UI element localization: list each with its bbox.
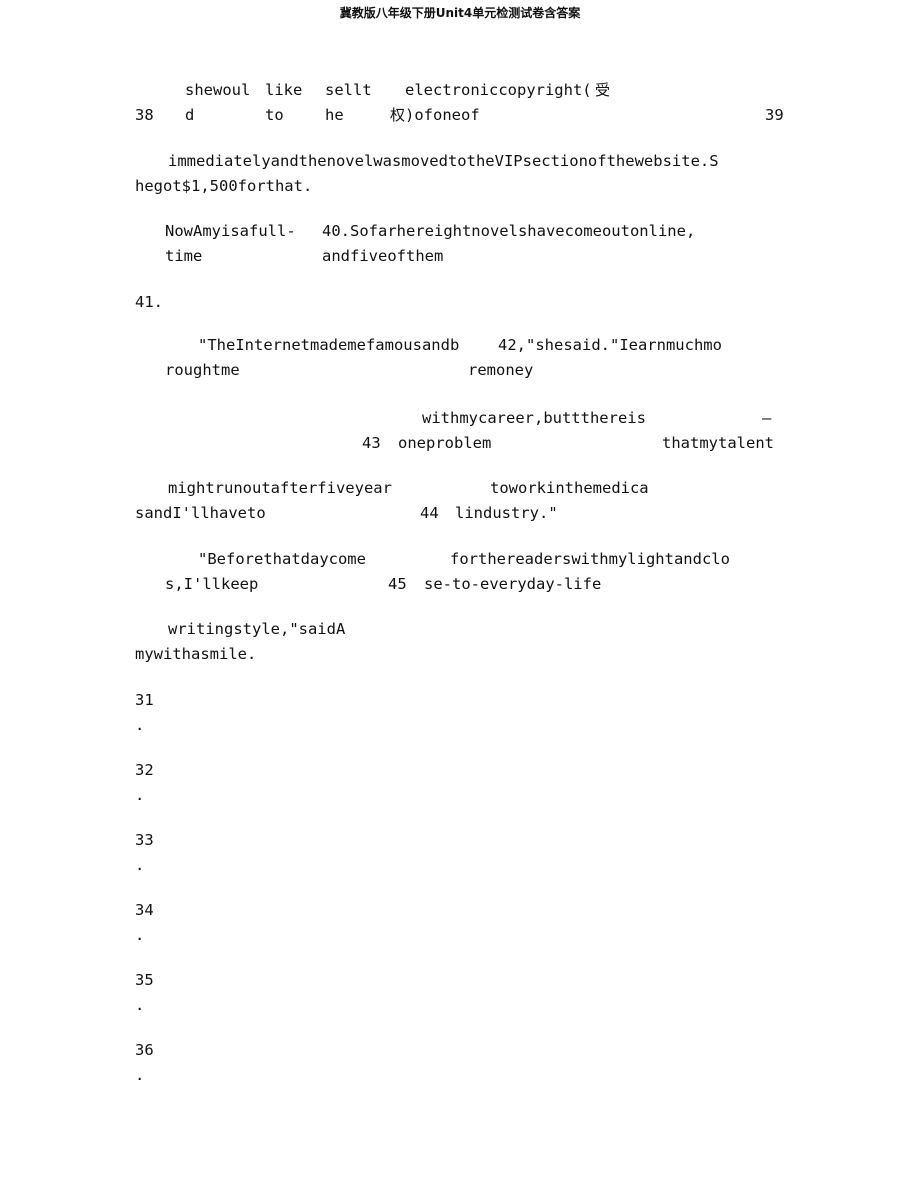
passage-row: writingstyle,"saidA — [0, 617, 920, 642]
passage-row: s,I'llkeep 45 se-to-everyday-life — [0, 572, 920, 597]
blank-number: 38 — [135, 106, 154, 124]
passage-row: shewoul like sellt electroniccopyright(受 — [0, 78, 920, 103]
passage-text: thatmytalent — [662, 434, 774, 452]
passage-row: mightrunoutafterfiveyear toworkinthemedic… — [0, 476, 920, 501]
passage-text: forthereaderswithmylightandclo — [450, 550, 730, 568]
passage-text: like — [265, 81, 303, 99]
passage-text: oneproblem — [398, 434, 492, 452]
passage-text: sellt — [325, 81, 372, 99]
passage-text: "Beforethatdaycome — [198, 550, 366, 568]
passage-text: andfiveofthem — [322, 247, 444, 265]
blank-number: 45 — [388, 575, 407, 593]
answer-number: 35 — [135, 971, 154, 989]
passage-text: immediatelyandthenovelwasmovedtotheVIPse… — [168, 152, 719, 170]
passage-text: withmycareer,buttthereis — [422, 409, 646, 427]
passage-row: NowAmyisafull- 40.Sofarhereightnovelshave… — [0, 219, 920, 244]
passage-row: hegot$1,500forthat. — [0, 174, 920, 199]
passage-row: roughtme remoney — [0, 358, 920, 383]
passage-text: he — [325, 106, 344, 124]
passage-block: immediatelyandthenovelwasmovedtotheVIPse… — [0, 149, 920, 199]
passage-text: mywithasmile. — [135, 645, 257, 663]
passage-text: writingstyle,"saidA — [168, 620, 346, 638]
passage-block: shewoul like sellt electroniccopyright(受 38 d… — [0, 78, 920, 128]
passage-text: hegot$1,500forthat. — [135, 177, 313, 195]
passage-block: NowAmyisafull- 40.Sofarhereightnovelshave… — [0, 219, 920, 269]
passage-block: "Beforethatdaycome forthereaderswithmylig… — [0, 547, 920, 597]
passage-block: withmycareer,buttthereis — 43 oneproblem tha… — [0, 406, 920, 456]
answer-item: 35. — [135, 968, 535, 1018]
passage-text: NowAmyisafull- — [165, 222, 296, 240]
answer-list: 31. 32. 33. 34. 35. 36. — [135, 688, 535, 1108]
answer-item: 36. — [135, 1038, 535, 1088]
answer-period: . — [135, 996, 145, 1014]
passage-row: mywithasmile. — [0, 642, 920, 667]
passage-text: 受 — [595, 81, 611, 99]
answer-period: . — [135, 1066, 145, 1084]
passage-row: 38 d to he 权)ofoneof 39 — [0, 103, 920, 128]
passage-text: lindustry." — [455, 504, 558, 522]
passage-text: roughtme — [165, 361, 240, 379]
passage-block: writingstyle,"saidA mywithasmile. — [0, 617, 920, 667]
blank-number: 44 — [420, 504, 439, 522]
answer-number: 31 — [135, 691, 154, 709]
passage-row: sandI'llhaveto 44 lindustry." — [0, 501, 920, 526]
passage-text: electroniccopyright( — [405, 81, 592, 99]
answer-period: . — [135, 856, 145, 874]
passage-block: 41. — [0, 290, 920, 315]
passage-text: 41. — [135, 293, 163, 311]
answer-item: 34. — [135, 898, 535, 948]
passage-text: toworkinthemedica — [490, 479, 649, 497]
answer-item: 32. — [135, 758, 535, 808]
passage-row: withmycareer,buttthereis — — [0, 406, 920, 431]
passage-text: se-to-everyday-life — [424, 575, 602, 593]
answer-number: 34 — [135, 901, 154, 919]
passage-text: )ofoneof — [405, 106, 480, 124]
answer-number: 36 — [135, 1041, 154, 1059]
passage-row: time andfiveofthem — [0, 244, 920, 269]
passage-row: "TheInternetmademefamousandb 42,"shesaid.… — [0, 333, 920, 358]
blank-number: 39 — [765, 106, 784, 124]
answer-period: . — [135, 926, 145, 944]
passage-text: — — [762, 409, 772, 427]
passage-text: mightrunoutafterfiveyear — [168, 479, 392, 497]
passage-block: "TheInternetmademefamousandb 42,"shesaid.… — [0, 333, 920, 383]
passage-row: 41. — [0, 290, 920, 315]
passage-text: 42,"shesaid."Iearnmuchmo — [498, 336, 722, 354]
passage-text: 权 — [390, 106, 406, 124]
passage-text: sandI'llhaveto — [135, 504, 266, 522]
passage-text: remoney — [468, 361, 534, 379]
passage-text: time — [165, 247, 203, 265]
passage-text: 40.Sofarhereightnovelshavecomeoutonline, — [322, 222, 696, 240]
passage-text: "TheInternetmademefamousandb — [198, 336, 460, 354]
passage-text: s,I'llkeep — [165, 575, 259, 593]
answer-period: . — [135, 786, 145, 804]
passage-row: immediatelyandthenovelwasmovedtotheVIPse… — [0, 149, 920, 174]
passage-row: "Beforethatdaycome forthereaderswithmylig… — [0, 547, 920, 572]
passage-block: mightrunoutafterfiveyear toworkinthemedic… — [0, 476, 920, 526]
passage-text: d — [185, 106, 195, 124]
blank-number: 43 — [362, 434, 381, 452]
answer-period: . — [135, 716, 145, 734]
answer-item: 33. — [135, 828, 535, 878]
answer-item: 31. — [135, 688, 535, 738]
passage-row: 43 oneproblem thatmytalent — [0, 431, 920, 456]
passage-text: to — [265, 106, 284, 124]
answer-number: 32 — [135, 761, 154, 779]
answer-number: 33 — [135, 831, 154, 849]
passage-text: shewoul — [185, 81, 251, 99]
